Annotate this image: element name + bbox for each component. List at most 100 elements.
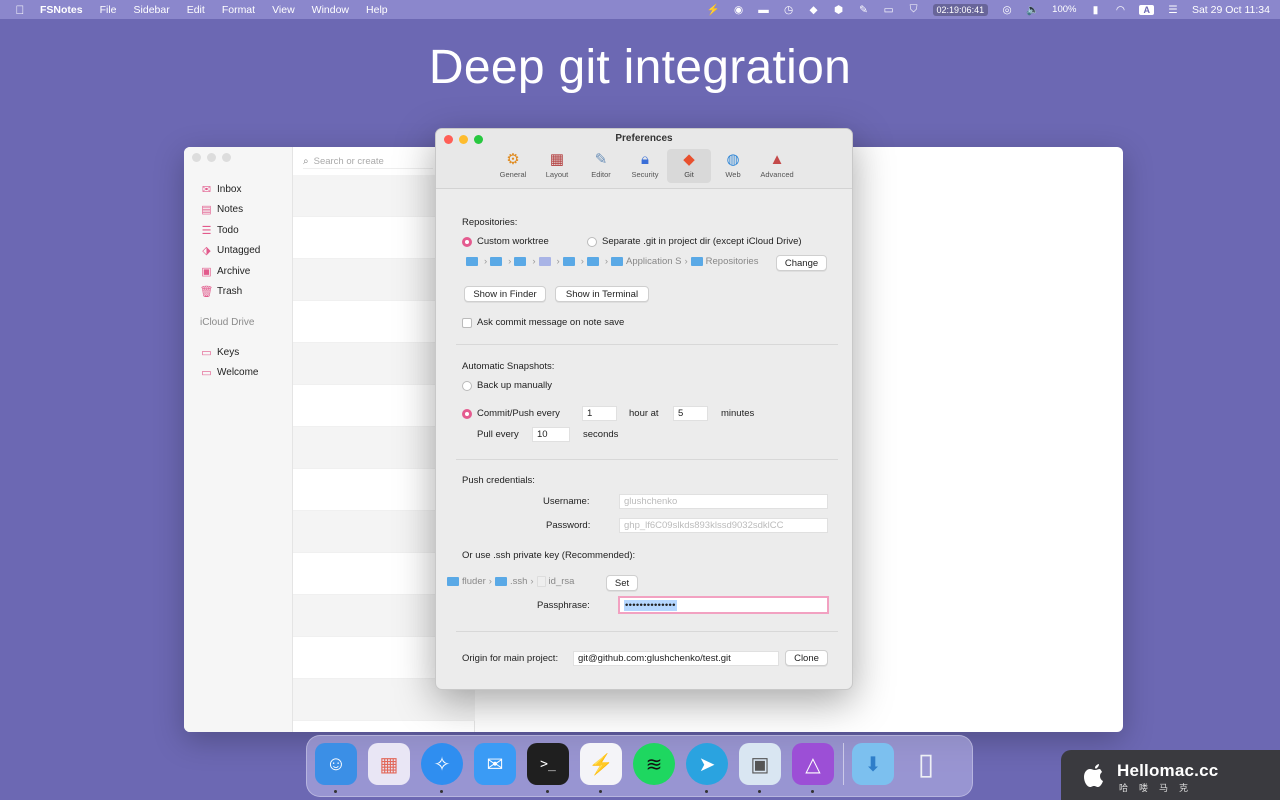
commit-push-radio[interactable]: [462, 409, 472, 419]
trash-can-icon[interactable]: ▯: [905, 743, 947, 785]
rocket-icon: ▲: [769, 151, 785, 168]
spotify-icon[interactable]: ≋: [633, 743, 675, 785]
sidebar-item-label: Trash: [217, 286, 243, 298]
menu-edit[interactable]: Edit: [187, 4, 205, 16]
sidebar-item-welcome[interactable]: ▭ Welcome: [200, 363, 260, 384]
mail-icon[interactable]: ✉: [474, 743, 516, 785]
shield-icon[interactable]: ⛉: [908, 3, 920, 16]
input-source-indicator[interactable]: A: [1139, 4, 1154, 15]
focus-icon[interactable]: ◎: [1001, 4, 1013, 16]
tab-security[interactable]: 🔒︎ Security: [623, 149, 667, 183]
sidebar-item-archive[interactable]: ▣ Archive: [200, 261, 260, 282]
backup-manually-radio[interactable]: [462, 381, 472, 391]
zoom-button-inactive[interactable]: [222, 153, 231, 162]
display-icon[interactable]: ▭: [883, 4, 895, 16]
backup-manually-label[interactable]: Back up manually: [477, 380, 552, 391]
custom-worktree-radio[interactable]: [462, 237, 472, 247]
safari-icon[interactable]: ✧: [421, 743, 463, 793]
window-title: Preferences: [615, 133, 673, 144]
menu-sidebar[interactable]: Sidebar: [134, 4, 170, 16]
menu-format[interactable]: Format: [222, 4, 255, 16]
tab-label: Advanced: [760, 170, 794, 179]
tab-web[interactable]: ◍ Web: [711, 149, 755, 183]
menu-help[interactable]: Help: [366, 4, 388, 16]
apple-menu-icon[interactable]: : [12, 3, 28, 17]
minutes-label: minutes: [721, 408, 755, 419]
power-status-icon[interactable]: ⚡: [706, 3, 719, 16]
sidebar-item-notes[interactable]: ▤ Notes: [200, 200, 260, 221]
preview-icon[interactable]: ▣: [739, 743, 781, 793]
sidebar-item-trash[interactable]: 🗑 Trash: [200, 282, 260, 303]
sidebar-item-untagged[interactable]: ⬗ Untagged: [200, 241, 260, 262]
todo-icon: ☰: [201, 224, 212, 237]
menu-window[interactable]: Window: [312, 4, 349, 16]
tab-editor[interactable]: ✎ Editor: [579, 149, 623, 183]
timer-icon[interactable]: ◷: [783, 4, 795, 16]
downloads-folder-icon[interactable]: ⬇: [852, 743, 894, 785]
control-center-icon[interactable]: ☰: [1167, 4, 1179, 16]
password-field[interactable]: ghp_lf6C09slkds893klssd9032sdklCC: [619, 518, 828, 533]
notes-icon: ▤: [201, 204, 212, 217]
affinity-icon[interactable]: △: [792, 743, 834, 793]
menubar-datetime[interactable]: Sat 29 Oct 11:34: [1192, 4, 1270, 16]
minimize-button-inactive[interactable]: [207, 153, 216, 162]
pull-seconds-field[interactable]: 10: [532, 427, 570, 442]
sidebar-item-inbox[interactable]: ✉ Inbox: [200, 179, 260, 200]
tab-advanced[interactable]: ▲ Advanced: [755, 149, 799, 183]
hex-icon[interactable]: ⬢: [833, 4, 845, 16]
sidebar-item-keys[interactable]: ▭ Keys: [200, 342, 260, 363]
origin-url-field[interactable]: git@github.com:glushchenko/test.git: [573, 651, 779, 666]
wifi-icon[interactable]: ◠: [1114, 4, 1126, 16]
change-repository-button[interactable]: Change: [776, 255, 827, 271]
tab-layout[interactable]: ▦ Layout: [535, 149, 579, 183]
running-indicator: [758, 790, 761, 793]
folder-icon: [447, 577, 459, 586]
ask-commit-checkbox[interactable]: [462, 318, 472, 328]
folder-icon: [690, 257, 703, 266]
finder-icon[interactable]: ☺: [315, 743, 357, 793]
set-ssh-key-button[interactable]: Set: [606, 575, 638, 591]
commit-minutes-field[interactable]: 5: [673, 406, 708, 421]
search-input[interactable]: ⌕ Search or create: [303, 154, 433, 169]
tab-general[interactable]: ⚙ General: [491, 149, 535, 183]
navigation-icon[interactable]: ◉: [733, 4, 745, 16]
show-in-finder-button[interactable]: Show in Finder: [464, 286, 546, 302]
pin-icon[interactable]: ✎: [858, 4, 870, 16]
docker-icon[interactable]: ▬: [758, 4, 770, 16]
snapshots-heading: Automatic Snapshots:: [462, 361, 555, 372]
menu-view[interactable]: View: [272, 4, 295, 16]
path-segment: Repositories: [705, 256, 759, 267]
menu-app-name[interactable]: FSNotes: [40, 4, 83, 16]
sidebar-item-todo[interactable]: ☰ Todo: [200, 220, 260, 241]
custom-worktree-label[interactable]: Custom worktree: [477, 236, 549, 247]
telegram-icon[interactable]: ➤: [686, 743, 728, 793]
ssh-key-path-control[interactable]: fluder › .ssh › id_rsa: [447, 576, 574, 587]
gears-icon: ⚙: [506, 151, 520, 168]
sidebar-item-label: Todo: [217, 224, 239, 236]
tab-git[interactable]: ◆ Git: [667, 149, 711, 183]
fsnotes-icon[interactable]: ⚡: [580, 743, 622, 793]
volume-icon[interactable]: 🔈: [1026, 3, 1039, 16]
separate-git-label[interactable]: Separate .git in project dir (except iCl…: [602, 236, 802, 247]
terminal-icon[interactable]: >_: [527, 743, 569, 793]
shortcut-icon[interactable]: ◆: [808, 4, 820, 16]
close-button-inactive[interactable]: [192, 153, 201, 162]
launchpad-icon[interactable]: ▦: [368, 743, 410, 785]
passphrase-field[interactable]: ••••••••••••••: [618, 596, 829, 614]
battery-icon[interactable]: ▮: [1089, 4, 1101, 16]
clock-widget[interactable]: 02:19:06:41: [932, 3, 989, 16]
hour-at-label: hour at: [629, 408, 659, 419]
show-in-terminal-button[interactable]: Show in Terminal: [555, 286, 649, 302]
preferences-tabs: ⚙ General ▦ Layout ✎ Editor 🔒︎ Security …: [491, 149, 799, 183]
battery-percentage[interactable]: 100%: [1052, 4, 1076, 15]
commit-push-label[interactable]: Commit/Push every: [477, 408, 560, 419]
menu-file[interactable]: File: [100, 4, 117, 16]
path-segment: .ssh: [509, 576, 528, 587]
username-field[interactable]: glushchenko: [619, 494, 828, 509]
clone-button[interactable]: Clone: [785, 650, 828, 666]
commit-hours-field[interactable]: 1: [582, 406, 617, 421]
repository-path-control[interactable]: › › › › › › Application S › Repositories: [466, 256, 758, 267]
preferences-toolbar: Preferences ⚙ General ▦ Layout ✎ Editor …: [436, 129, 852, 189]
separate-git-radio[interactable]: [587, 237, 597, 247]
ask-commit-label[interactable]: Ask commit message on note save: [477, 317, 624, 328]
